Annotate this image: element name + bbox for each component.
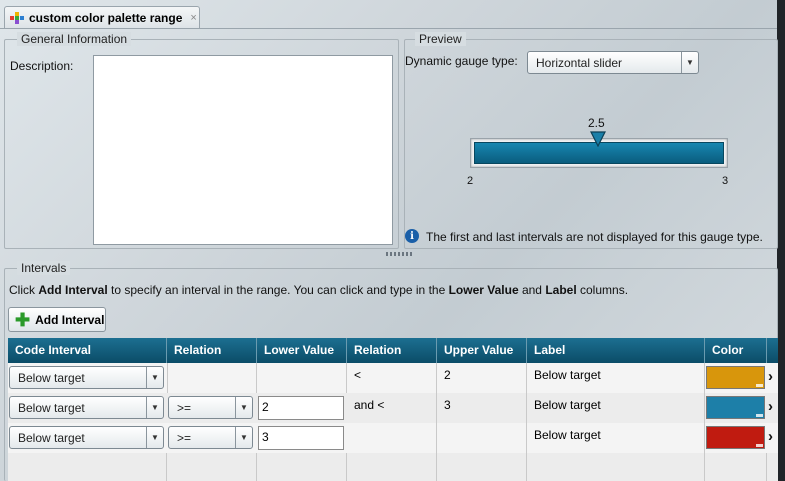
slider-thumb[interactable] xyxy=(590,131,606,148)
preview-legend: Preview xyxy=(415,32,466,46)
plus-icon: ✚ xyxy=(15,309,31,330)
tab-underline xyxy=(0,28,777,29)
label-cell[interactable]: Below target xyxy=(527,423,705,453)
column-header-upper-value[interactable]: Upper Value xyxy=(437,338,527,363)
lower-value-input[interactable]: 3 xyxy=(258,426,344,450)
add-interval-button[interactable]: ✚ Add Interval xyxy=(8,307,106,332)
upper-value-cell xyxy=(437,423,527,453)
color-swatch[interactable] xyxy=(706,366,765,389)
chevron-down-icon: ▼ xyxy=(235,427,252,448)
relation-2-cell: and < xyxy=(347,393,437,423)
color-swatch[interactable] xyxy=(706,396,765,419)
slider-max-label: 3 xyxy=(722,175,729,187)
description-label: Description: xyxy=(10,59,74,73)
relation-select[interactable]: >= ▼ xyxy=(168,426,253,449)
info-icon: i xyxy=(405,229,419,243)
column-header-color[interactable]: Color xyxy=(705,338,767,363)
upper-value-cell: 2 xyxy=(437,363,527,393)
code-interval-select[interactable]: Below target ▼ xyxy=(9,426,164,449)
table-row: Below target ▼ >= ▼ 2 and < 3 Below targ… xyxy=(8,393,778,423)
table-row-empty xyxy=(8,453,778,481)
upper-value-cell: 3 xyxy=(437,393,527,423)
chevron-down-icon: ▼ xyxy=(146,427,163,448)
relation-select[interactable]: >= ▼ xyxy=(168,396,253,419)
chevron-down-icon: ▼ xyxy=(235,397,252,418)
general-information-legend: General Information xyxy=(17,32,132,46)
column-header-label[interactable]: Label xyxy=(527,338,705,363)
chevron-right-icon[interactable]: › xyxy=(768,428,773,445)
lower-value-input[interactable]: 2 xyxy=(258,396,344,420)
info-text: The first and last intervals are not dis… xyxy=(426,230,763,244)
code-interval-select[interactable]: Below target ▼ xyxy=(9,366,164,389)
chevron-down-icon: ▼ xyxy=(146,397,163,418)
slider-value-label: 2.5 xyxy=(588,116,605,130)
label-cell[interactable]: Below target xyxy=(527,363,705,393)
color-swatch[interactable] xyxy=(706,426,765,449)
chevron-right-icon[interactable]: › xyxy=(768,398,773,415)
table-row: Below target ▼ >= ▼ 3 Below target › xyxy=(8,423,778,453)
relation-2-cell xyxy=(347,423,437,453)
column-header-code-interval[interactable]: Code Interval xyxy=(8,338,167,363)
description-textarea[interactable] xyxy=(93,55,393,245)
relation-cell xyxy=(167,363,257,393)
add-interval-label: Add Interval xyxy=(35,312,105,327)
intervals-table: Code Interval Relation Lower Value Relat… xyxy=(8,338,778,481)
chevron-down-icon: ▼ xyxy=(146,367,163,388)
intervals-instruction: Click Add Interval to specify an interva… xyxy=(9,283,629,297)
column-header-relation-2[interactable]: Relation xyxy=(347,338,437,363)
chevron-right-icon[interactable]: › xyxy=(768,368,773,385)
gauge-type-label: Dynamic gauge type: xyxy=(405,54,518,68)
gauge-type-value: Horizontal slider xyxy=(536,55,623,70)
chevron-down-icon: ▼ xyxy=(681,52,698,73)
palette-icon xyxy=(9,11,25,25)
slider-min-label: 2 xyxy=(467,175,474,187)
window-edge xyxy=(777,0,785,481)
label-cell[interactable]: Below target xyxy=(527,393,705,423)
tab-custom-color-palette-range[interactable]: custom color palette range × xyxy=(4,6,200,28)
gauge-type-select[interactable]: Horizontal slider ▼ xyxy=(527,51,699,74)
table-row: Below target ▼ < 2 Below target › xyxy=(8,363,778,393)
tab-title: custom color palette range xyxy=(29,10,183,25)
code-interval-select[interactable]: Below target ▼ xyxy=(9,396,164,419)
lower-value-cell xyxy=(257,363,347,393)
relation-2-cell: < xyxy=(347,363,437,393)
column-header-lower-value[interactable]: Lower Value xyxy=(257,338,347,363)
close-icon[interactable]: × xyxy=(190,12,196,24)
table-header: Code Interval Relation Lower Value Relat… xyxy=(8,338,778,363)
column-header-relation[interactable]: Relation xyxy=(167,338,257,363)
splitter-handle[interactable] xyxy=(386,252,412,256)
intervals-legend: Intervals xyxy=(17,261,71,275)
